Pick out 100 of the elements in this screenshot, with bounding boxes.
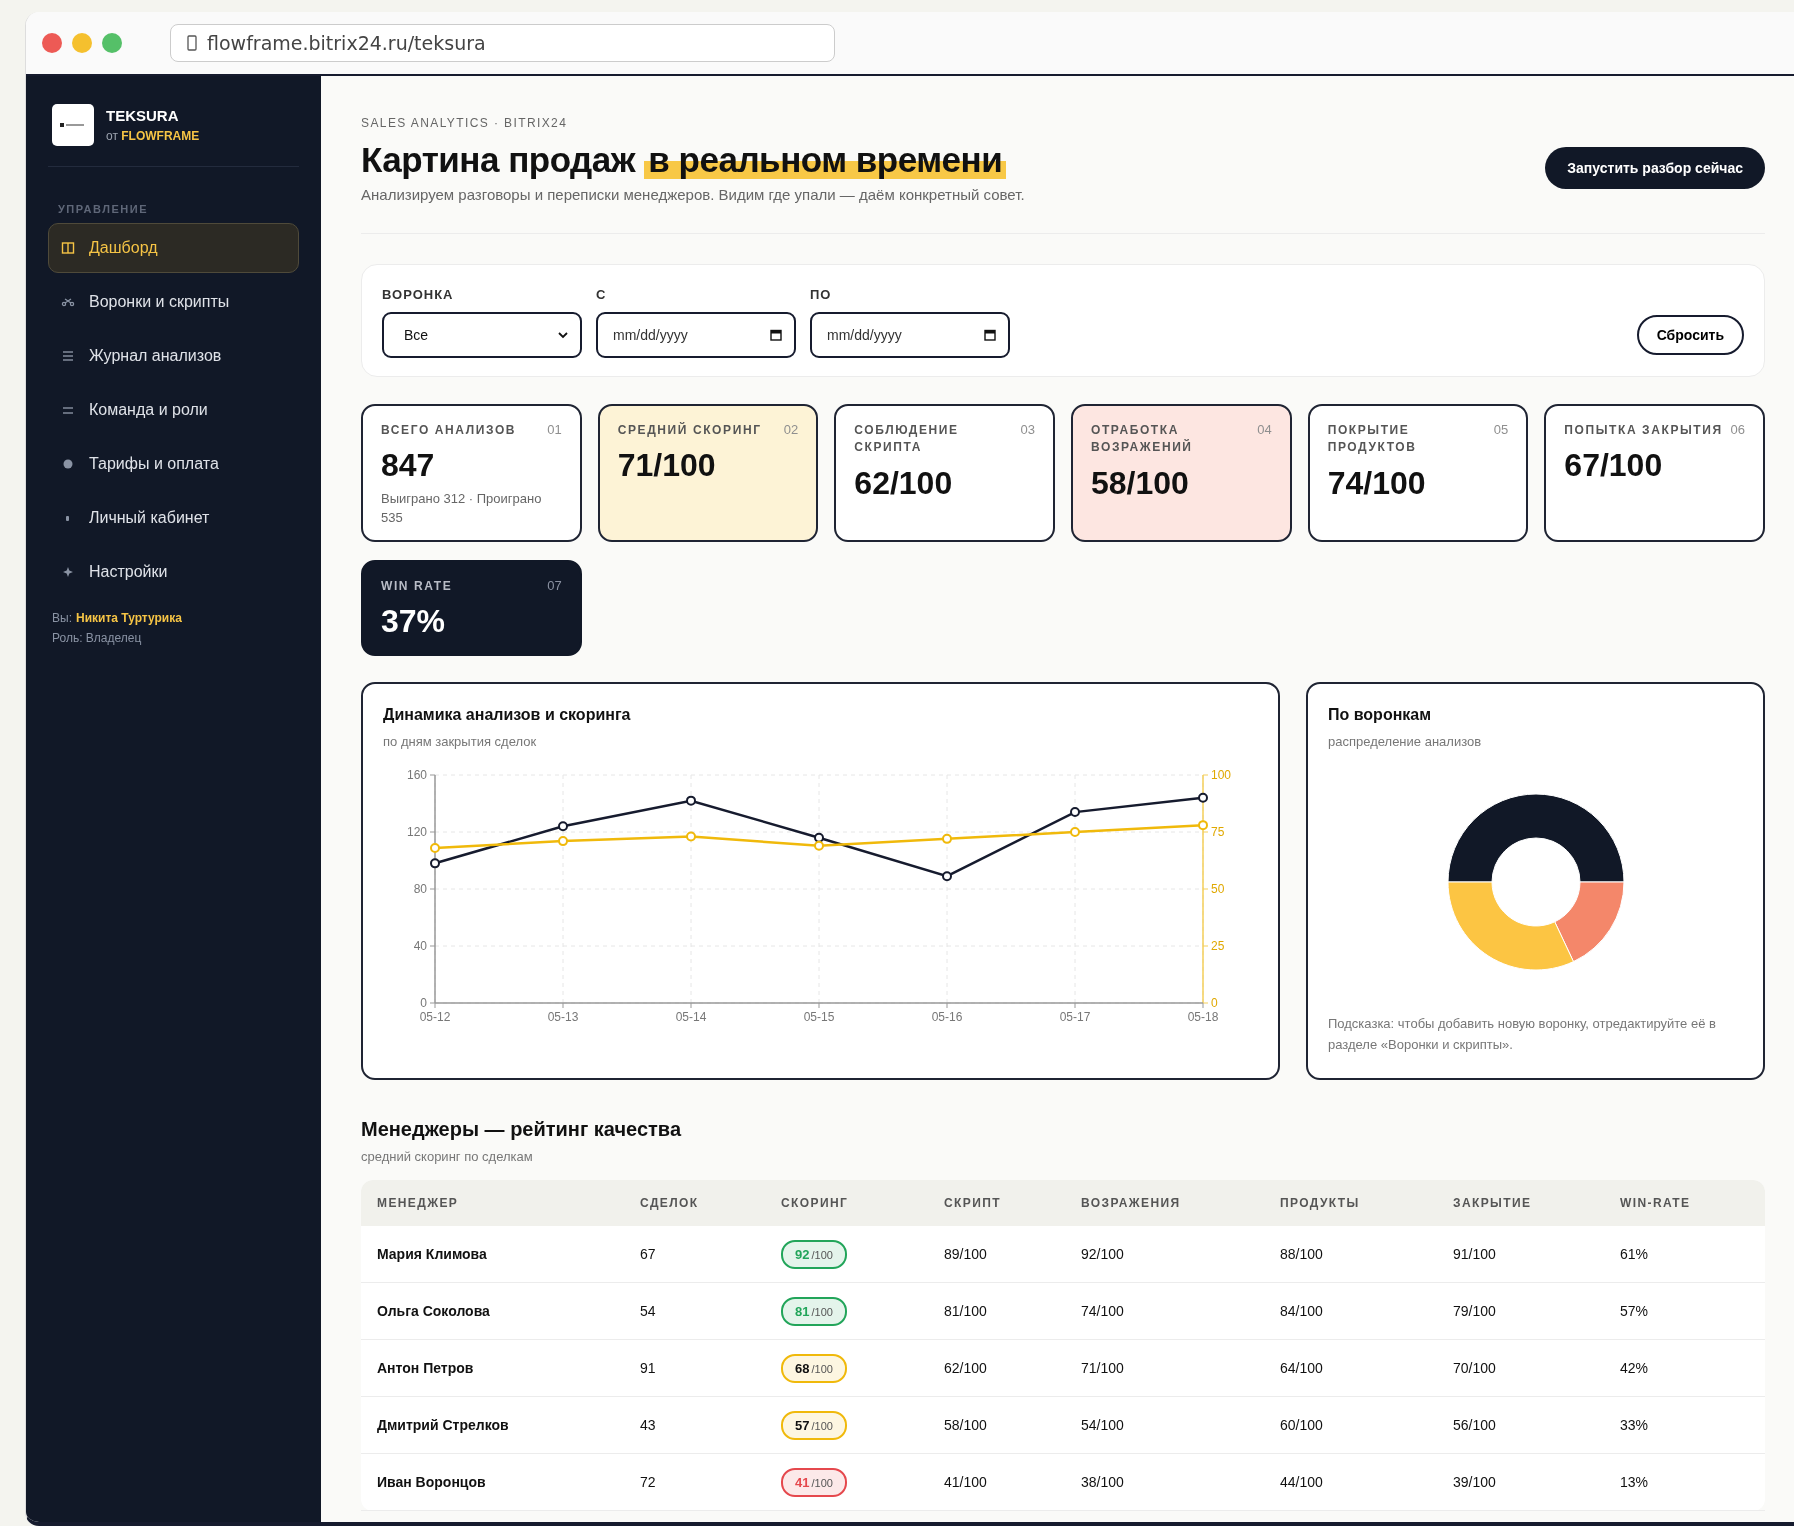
axis-label: 120	[406, 825, 427, 839]
kpi-value: 847	[381, 447, 436, 485]
run-analysis-button[interactable]: Запустить разбор сейчас	[1545, 147, 1765, 189]
nav-item[interactable]: Журнал анализов	[48, 331, 299, 381]
manager-name: Ольга Соколова	[377, 1303, 491, 1319]
axis-label: 05-18	[1187, 1010, 1219, 1024]
table-cell-text: 62/100	[944, 1360, 988, 1376]
kpi-label: СРЕДНИЙ СКОРИНГ	[617, 422, 762, 439]
axis-label: 40	[413, 939, 427, 953]
date-field[interactable]: mm/dd/yyyy	[596, 312, 796, 358]
manager-name: Иван Воронцов	[377, 1474, 487, 1490]
calendar-icon	[770, 329, 782, 341]
point	[430, 858, 440, 869]
nav-item[interactable]: Личный кабинет	[48, 493, 299, 543]
point	[686, 831, 696, 842]
chart-title: Динамика анализов и скоринга	[383, 706, 632, 724]
table-cell-text: 42%	[1620, 1360, 1650, 1376]
point	[558, 821, 568, 832]
manager-name: Мария Климова	[377, 1246, 488, 1262]
axis-label: 05-16	[931, 1010, 963, 1024]
axis-label: 0	[1211, 996, 1218, 1010]
minimize-button[interactable]	[72, 33, 92, 53]
nav-item[interactable]: Настройки	[48, 547, 299, 597]
column-header: WIN-RATE	[1620, 1196, 1692, 1210]
field-label: ПО	[810, 287, 833, 302]
nav-item[interactable]: Воронки и скрипты	[48, 277, 299, 327]
axis-label: 25	[1211, 939, 1225, 953]
table-cell-text: 74/100	[1081, 1303, 1125, 1319]
score-badge: 41/100	[781, 1467, 847, 1497]
table-cell-text: 44/100	[1280, 1474, 1324, 1490]
score-badge: 92/100	[781, 1239, 847, 1269]
chart-title: По воронкам	[1328, 706, 1433, 724]
nav-item[interactable]: Дашборд	[48, 223, 299, 273]
table-cell-text: 71/100	[1081, 1360, 1125, 1376]
table-cell-text: 33%	[1620, 1417, 1650, 1433]
axis-label: 50	[1211, 882, 1225, 896]
point	[686, 795, 696, 806]
table-cell-text: 84/100	[1280, 1303, 1324, 1319]
table-cell-text: 72	[640, 1474, 657, 1490]
kpi-index: 03	[1020, 422, 1035, 439]
kpi-value: 74/100	[1327, 464, 1427, 502]
point	[942, 871, 952, 882]
field-label: ВОРОНКА	[382, 287, 455, 302]
brand-by: от	[106, 129, 118, 143]
chart-subtitle: по дням закрытия сделок	[383, 734, 538, 749]
table-cell-text: 57%	[1620, 1303, 1650, 1319]
kpi-value: 37%	[381, 603, 447, 641]
column-header: ВОЗРАЖЕНИЯ	[1081, 1196, 1182, 1210]
axis-label: 05-14	[675, 1010, 707, 1024]
kpi-value: 71/100	[617, 447, 717, 485]
circle-icon	[61, 457, 75, 471]
nav-item[interactable]: Команда и роли	[48, 385, 299, 435]
axis-label: 05-12	[419, 1010, 451, 1024]
axis-label: 05-15	[803, 1010, 835, 1024]
axis-label: 80	[413, 882, 427, 896]
user-role: Роль: Владелец	[51, 631, 143, 645]
table-cell-text: 91/100	[1453, 1246, 1497, 1262]
table-cell-text: 43	[640, 1417, 657, 1433]
kpi-label: ОТРАБОТКА ВОЗРАЖЕНИЙ	[1091, 422, 1194, 457]
chart-subtitle: распределение анализов	[1328, 734, 1483, 749]
section-label: УПРАВЛЕНИЕ	[58, 203, 149, 215]
manager-name: Дмитрий Стрелков	[377, 1417, 510, 1433]
kpi-value: 67/100	[1564, 447, 1664, 485]
maximize-button[interactable]	[102, 33, 122, 53]
table-cell-text: 39/100	[1453, 1474, 1497, 1490]
close-button[interactable]	[42, 33, 62, 53]
table-cell-text: 64/100	[1280, 1360, 1324, 1376]
column-header: СКОРИНГ	[781, 1196, 850, 1210]
table-cell-text: 38/100	[1081, 1474, 1125, 1490]
kpi-index: 07	[547, 578, 562, 595]
user-name: Никита Туртурика	[75, 611, 182, 625]
user-label: Вы:	[52, 611, 72, 625]
table-cell-text: 91	[640, 1360, 657, 1376]
table-cell-text: 89/100	[944, 1246, 988, 1262]
axis-label: 0	[420, 996, 427, 1010]
kpi-value: 58/100	[1091, 464, 1190, 502]
brand-subtitle: FLOWFRAME	[121, 129, 200, 143]
funnel-select[interactable]: Все	[382, 312, 582, 358]
reset-button[interactable]: Сбросить	[1636, 315, 1744, 355]
table-cell-text: 54	[640, 1303, 657, 1319]
date-field[interactable]: mm/dd/yyyy	[810, 312, 1010, 358]
kpi-label: СОБЛЮДЕНИЕ СКРИПТА	[854, 422, 960, 457]
table-cell-text: 92/100	[1081, 1246, 1125, 1262]
list-icon	[61, 349, 75, 363]
kpi-index: 04	[1257, 422, 1272, 439]
kpi-value: 62/100	[854, 464, 954, 502]
column-header: СКРИПТ	[944, 1196, 1002, 1210]
score-badge: 57/100	[781, 1410, 847, 1440]
eyebrow-text: SALES ANALYTICS · BITRIX24	[361, 116, 569, 130]
column-header: ЗАКРЫТИЕ	[1453, 1196, 1533, 1210]
table-cell-text: 79/100	[1453, 1303, 1497, 1319]
point	[814, 832, 824, 843]
nav-item[interactable]: Тарифы и оплата	[48, 439, 299, 489]
score-badge: 68/100	[781, 1353, 847, 1383]
section-title: Менеджеры — рейтинг качества	[361, 1118, 683, 1141]
field-label: С	[596, 287, 608, 302]
axis-label: 05-13	[547, 1010, 579, 1024]
column-header: МЕНЕДЖЕР	[377, 1196, 460, 1210]
address-bar[interactable]: flowframe.bitrix24.ru/teksura	[170, 24, 835, 62]
point	[558, 836, 568, 847]
